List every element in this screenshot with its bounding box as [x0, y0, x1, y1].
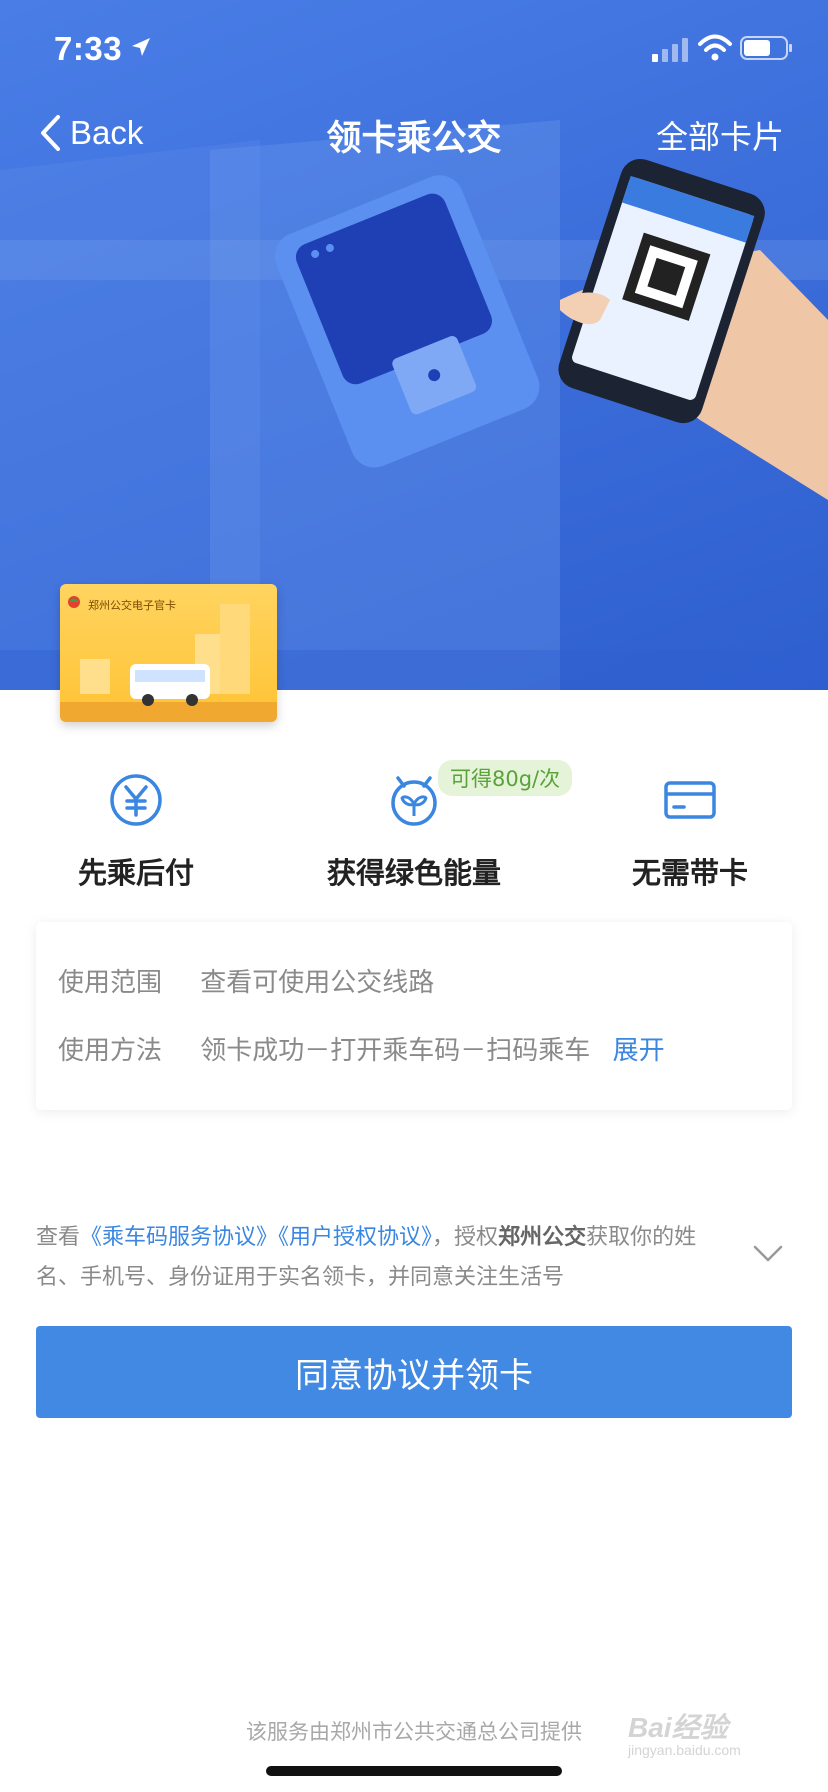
location-arrow-icon — [132, 38, 150, 56]
energy-badge: 可得80g/次 — [438, 760, 573, 796]
usage-info-box: 使用范围 查看可使用公交线路 使用方法 领卡成功－打开乘车码－扫码乘车 展开 — [36, 922, 792, 1110]
usage-method-label: 使用方法 — [58, 1036, 163, 1066]
watermark-main: Bai经验 — [628, 1712, 728, 1743]
user-authorization-link[interactable]: 《用户授权协议》 — [278, 1225, 432, 1250]
sprout-icon — [391, 776, 437, 826]
baidu-watermark: Bai经验 jingyan.baidu.com — [628, 1706, 741, 1758]
yuan-icon — [110, 774, 162, 826]
feature-pay-later: 先乘后付 — [16, 760, 256, 892]
battery-icon — [740, 36, 792, 60]
expand-link[interactable]: 展开 — [613, 1036, 665, 1066]
signal-icon — [652, 38, 688, 62]
feature-label: 先乘后付 — [77, 856, 194, 890]
usage-method-row: 使用方法 领卡成功－打开乘车码－扫码乘车 展开 — [58, 1030, 665, 1067]
all-cards-link[interactable]: 全部卡片 — [656, 112, 784, 158]
usage-scope-row: 使用范围 查看可使用公交线路 — [58, 962, 434, 999]
agreement-prefix: 查看 — [36, 1225, 81, 1250]
status-bar: 7:33 — [0, 0, 828, 96]
usage-method-text: 领卡成功－打开乘车码－扫码乘车 — [200, 1036, 591, 1066]
wifi-icon — [698, 34, 732, 61]
feature-list: 先乘后付 获得绿色能量 可得80g/次 无需带卡 — [0, 760, 828, 910]
agreement-mid: ，授权 — [432, 1225, 499, 1250]
card-brand-label: 郑州公交电子官卡 — [88, 599, 176, 612]
feature-no-card: 无需带卡 — [570, 760, 810, 892]
watermark-sub: jingyan.baidu.com — [628, 1742, 741, 1758]
view-bus-routes-link[interactable]: 查看可使用公交线路 — [200, 968, 434, 998]
agreement-text: 查看《乘车码服务协议》《用户授权协议》，授权郑州公交获取你的姓名、手机号、身份证… — [36, 1218, 736, 1298]
bus-card-image: 郑州公交电子官卡 — [60, 584, 277, 722]
feature-label: 获得绿色能量 — [326, 856, 501, 890]
ride-code-agreement-link[interactable]: 《乘车码服务协议》 — [80, 1225, 278, 1250]
feature-label: 无需带卡 — [631, 856, 748, 890]
chevron-down-icon[interactable] — [752, 1244, 784, 1264]
navigation-bar: Back 领卡乘公交 全部卡片 — [0, 96, 828, 168]
agreement-company: 郑州公交 — [498, 1225, 587, 1250]
status-time: 7:33 — [54, 30, 123, 67]
home-indicator[interactable] — [266, 1766, 562, 1776]
agree-and-claim-button[interactable]: 同意协议并领卡 — [36, 1326, 792, 1418]
card-icon — [664, 781, 716, 819]
usage-scope-label: 使用范围 — [58, 968, 163, 998]
